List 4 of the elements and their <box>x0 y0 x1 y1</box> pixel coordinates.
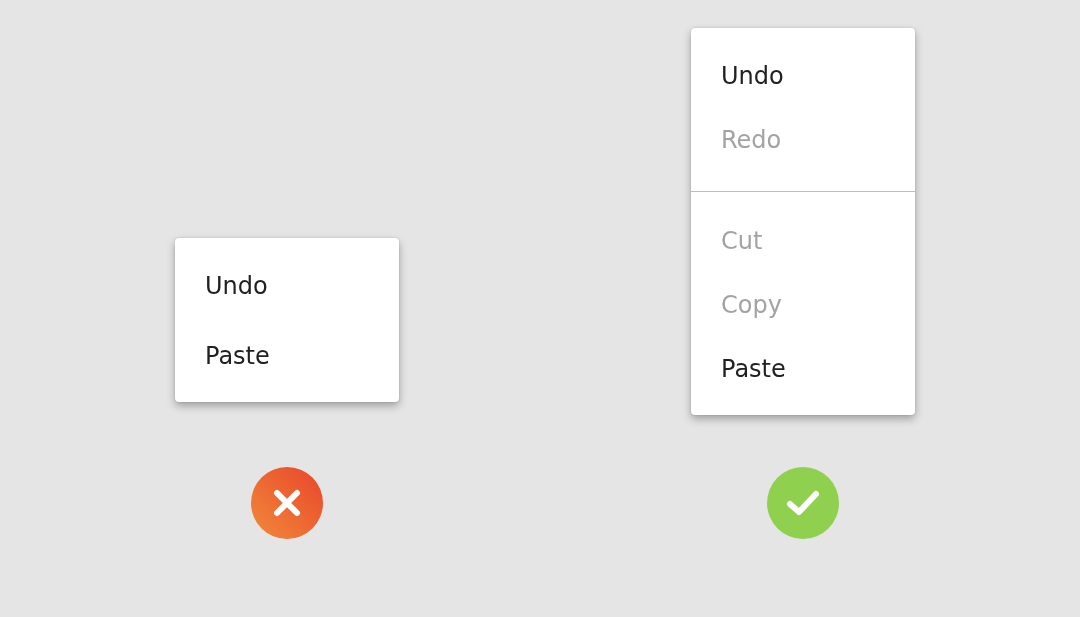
menu-item[interactable]: Undo <box>175 251 399 321</box>
menu-item[interactable]: Paste <box>691 337 915 401</box>
menu-item[interactable]: Undo <box>691 44 915 108</box>
menu-item[interactable]: Paste <box>175 321 399 391</box>
